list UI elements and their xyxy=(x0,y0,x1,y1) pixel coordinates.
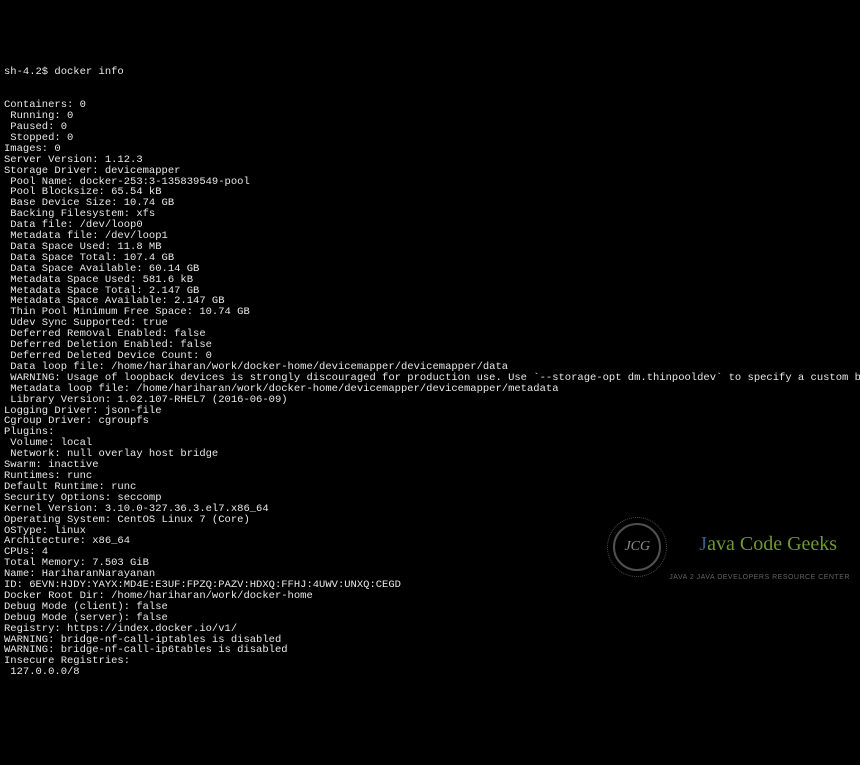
watermark-title-j: J xyxy=(699,533,707,555)
output-line: Metadata Space Used: 581.6 kB xyxy=(4,275,856,286)
output-line: Storage Driver: devicemapper xyxy=(4,166,856,177)
output-line: Network: null overlay host bridge xyxy=(4,449,856,460)
output-line: Metadata loop file: /home/hariharan/work… xyxy=(4,384,856,395)
output-line: Docker Root Dir: /home/hariharan/work/do… xyxy=(4,591,856,602)
output-line: WARNING: bridge-nf-call-iptables is disa… xyxy=(4,635,856,646)
watermark: JCG Java Code Geeks JAVA 2 JAVA DEVELOPE… xyxy=(613,514,850,581)
output-line: Debug Mode (server): false xyxy=(4,613,856,624)
output-line: Registry: https://index.docker.io/v1/ xyxy=(4,624,856,635)
output-line: Cgroup Driver: cgroupfs xyxy=(4,416,856,427)
output-line: Swarm: inactive xyxy=(4,460,856,471)
output-line: Server Version: 1.12.3 xyxy=(4,155,856,166)
output-line: Debug Mode (client): false xyxy=(4,602,856,613)
shell-prompt: sh-4.2$ docker info xyxy=(4,67,856,78)
jcg-logo-text: JCG xyxy=(624,540,650,555)
watermark-subtitle: JAVA 2 JAVA DEVELOPERS RESOURCE CENTER xyxy=(669,574,850,581)
output-line: WARNING: bridge-nf-call-ip6tables is dis… xyxy=(4,645,856,656)
docker-info-output: Containers: 0 Running: 0 Paused: 0 Stopp… xyxy=(4,100,856,678)
output-line: 127.0.0.0/8 xyxy=(4,667,856,678)
watermark-title-rest: ava Code Geeks xyxy=(707,533,837,555)
output-line: Library Version: 1.02.107-RHEL7 (2016-06… xyxy=(4,395,856,406)
terminal-output[interactable]: sh-4.2$ docker info Containers: 0 Runnin… xyxy=(4,46,856,689)
output-line: Running: 0 xyxy=(4,111,856,122)
output-line: Plugins: xyxy=(4,427,856,438)
jcg-logo-icon: JCG xyxy=(613,523,661,571)
output-line: Stopped: 0 xyxy=(4,133,856,144)
output-line: Insecure Registries: xyxy=(4,656,856,667)
output-line: Containers: 0 xyxy=(4,100,856,111)
watermark-text: Java Code Geeks JAVA 2 JAVA DEVELOPERS R… xyxy=(669,514,850,581)
watermark-title: Java Code Geeks xyxy=(669,514,850,574)
output-line: Paused: 0 xyxy=(4,122,856,133)
